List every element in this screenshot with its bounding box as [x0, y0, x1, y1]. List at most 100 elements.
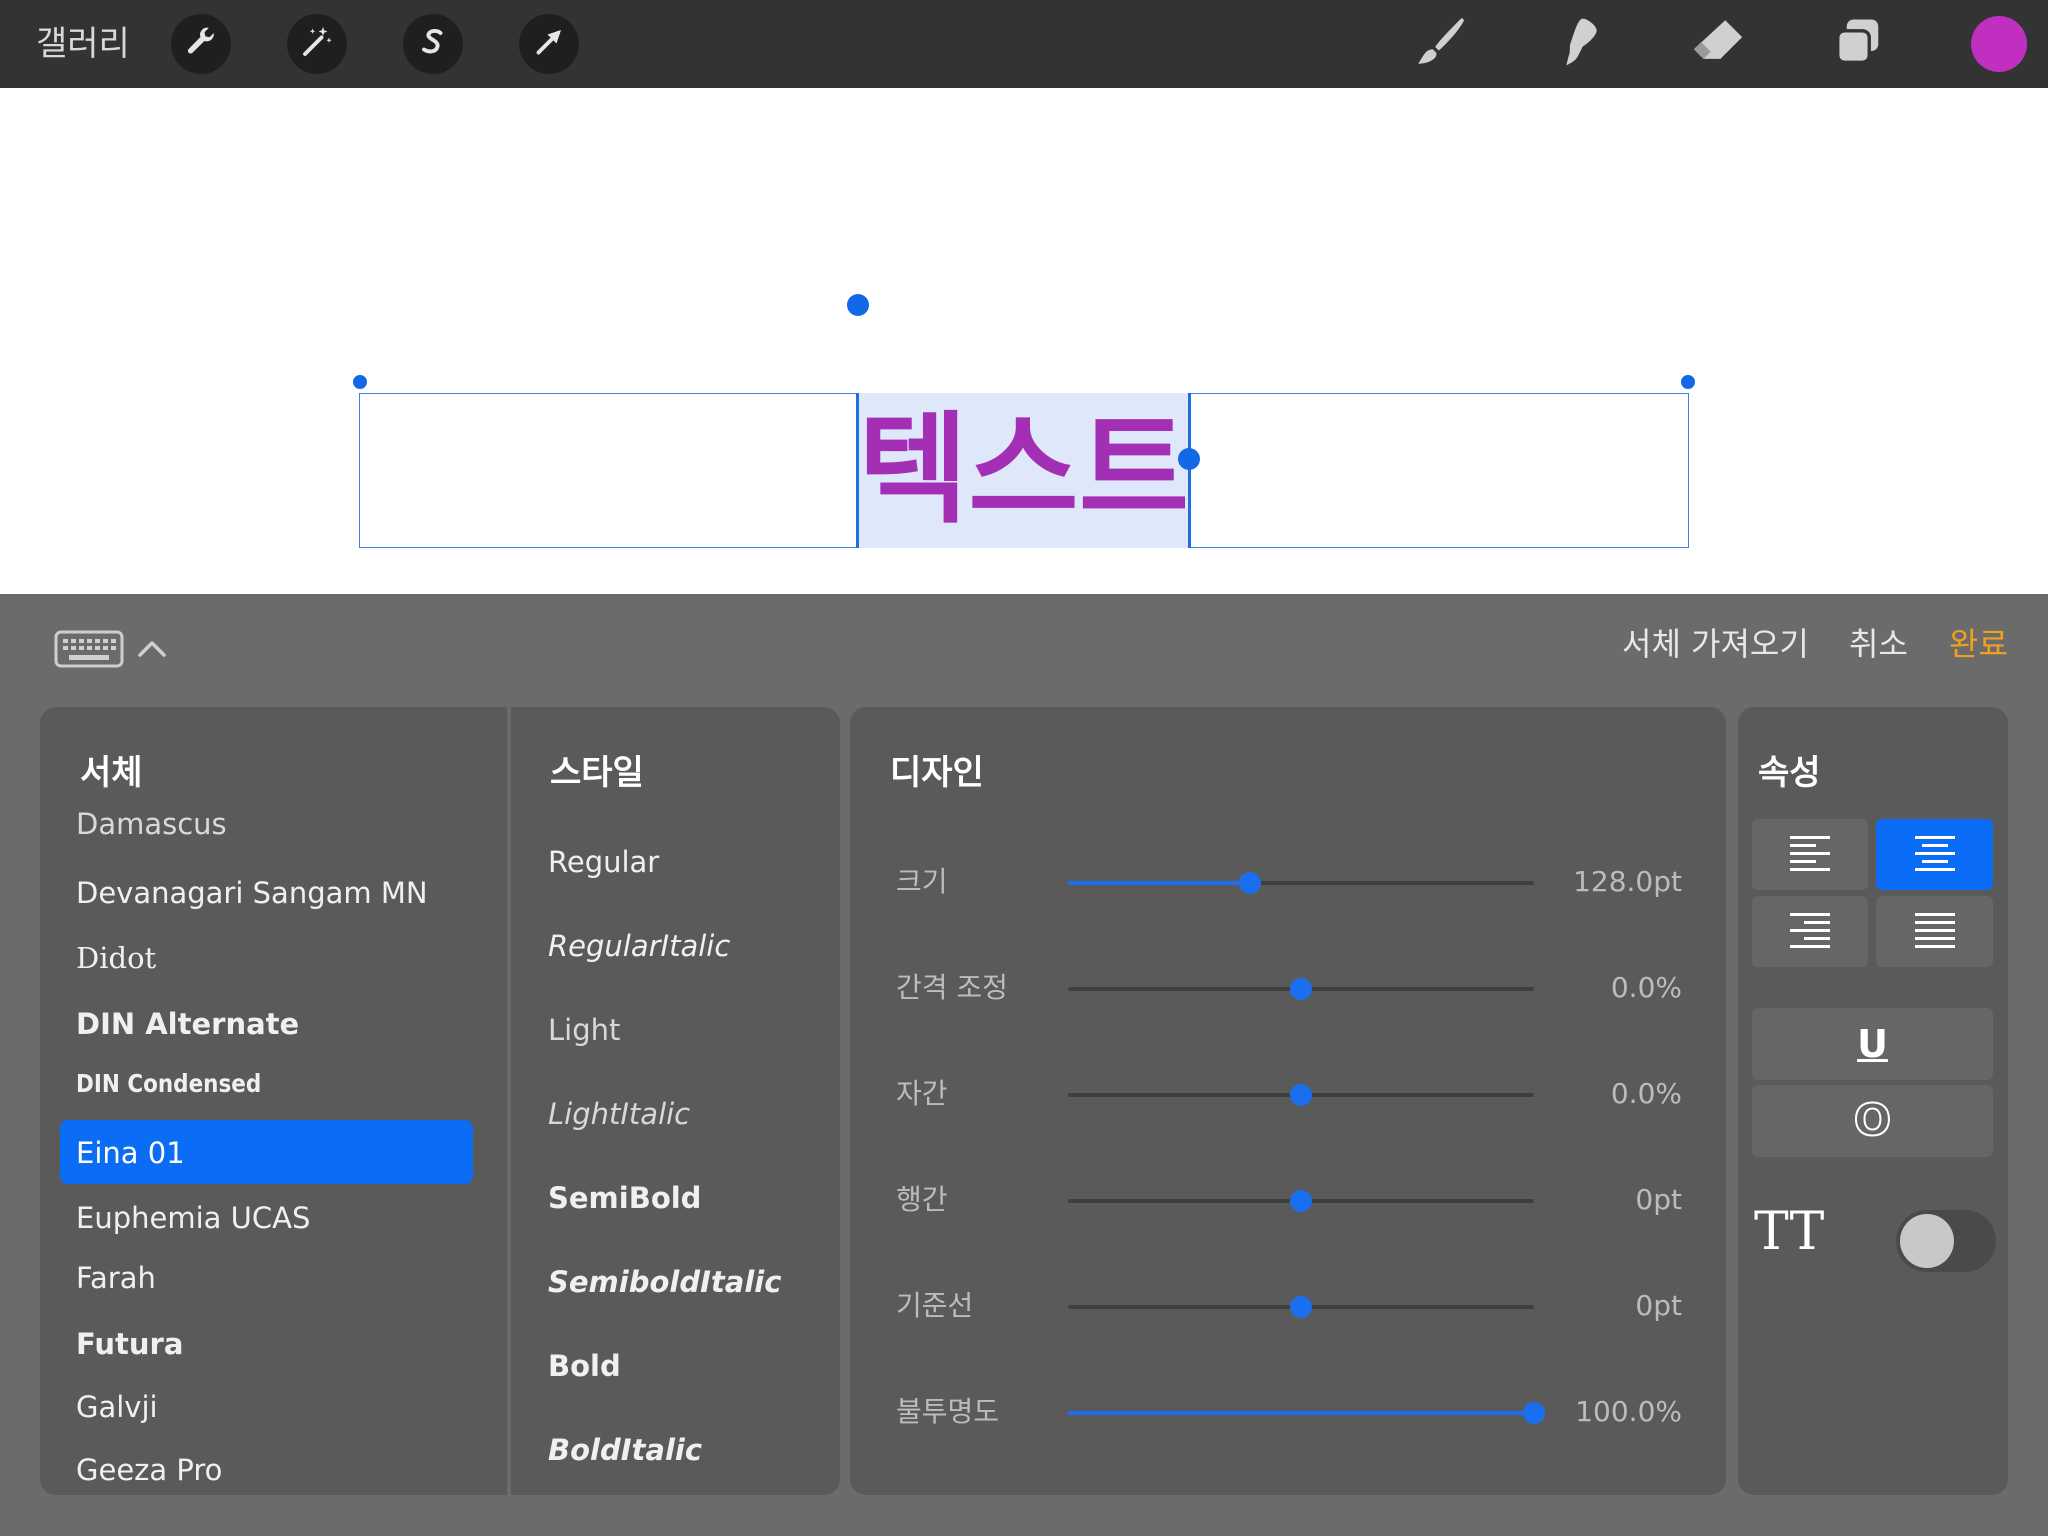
font-item[interactable]: Farah [76, 1258, 156, 1298]
adjustments-button[interactable] [287, 14, 347, 74]
font-item[interactable]: Galvji [76, 1387, 158, 1427]
slider-knob[interactable] [1290, 1296, 1312, 1318]
align-right-button[interactable] [1752, 896, 1868, 967]
textbox-left-resize-handle[interactable] [353, 375, 367, 389]
selection-start-handle[interactable] [847, 294, 869, 316]
size-slider[interactable] [1068, 872, 1534, 894]
design-value-tracking: 0.0% [1610, 1077, 1682, 1110]
design-label-tracking: 자간 [896, 1077, 948, 1110]
attributes-title: 속성 [1758, 753, 1821, 793]
font-item[interactable]: DIN Alternate [76, 1004, 299, 1044]
cancel-button[interactable]: 취소 [1849, 624, 1908, 664]
brush-icon [1411, 13, 1469, 75]
slider-fill [1068, 1411, 1534, 1415]
design-label-leading: 행간 [896, 1183, 948, 1216]
style-item[interactable]: Bold [548, 1346, 621, 1386]
font-item-selected[interactable]: Eina 01 [76, 1133, 185, 1173]
smudge-icon [1550, 14, 1606, 74]
font-item[interactable]: DIN Condensed [76, 1064, 261, 1104]
design-label-size: 크기 [896, 865, 948, 898]
style-item[interactable]: RegularItalic [548, 926, 730, 966]
slider-knob[interactable] [1238, 872, 1261, 894]
font-item[interactable]: Futura [76, 1324, 183, 1364]
selection-end-caret [1188, 393, 1191, 548]
transform-button[interactable] [519, 14, 579, 74]
underline-button[interactable]: U [1752, 1008, 1993, 1080]
eraser-icon [1689, 13, 1747, 75]
brush-tool-button[interactable] [1410, 14, 1470, 74]
slider-knob[interactable] [1523, 1402, 1545, 1424]
font-item[interactable]: Damascus [76, 804, 227, 844]
leading-slider[interactable] [1068, 1190, 1534, 1212]
design-label-opacity: 불투명도 [896, 1395, 1000, 1428]
selection-s-icon [415, 24, 451, 64]
wrench-icon [184, 25, 218, 63]
align-left-icon [1788, 834, 1832, 876]
slider-knob[interactable] [1290, 978, 1312, 1000]
slider-fill [1068, 987, 1301, 991]
all-caps-toggle[interactable] [1896, 1210, 1996, 1272]
design-value-opacity: 100.0% [1575, 1395, 1682, 1428]
style-item[interactable]: LightItalic [548, 1094, 690, 1134]
slider-fill [1068, 1093, 1301, 1097]
selection-start-caret [856, 393, 859, 548]
styles-title: 스타일 [550, 753, 644, 793]
toggle-knob [1900, 1214, 1954, 1268]
smudge-tool-button[interactable] [1548, 14, 1608, 74]
outline-button[interactable]: O [1752, 1085, 1993, 1157]
canvas[interactable]: 텍스트 [0, 88, 2048, 594]
layers-icon [1831, 15, 1885, 73]
design-value-size: 128.0pt [1573, 865, 1682, 898]
style-item[interactable]: SemiboldItalic [548, 1262, 781, 1302]
textbox-right-resize-handle[interactable] [1681, 375, 1695, 389]
fonts-title: 서체 [80, 753, 143, 793]
slider-fill [1068, 1199, 1301, 1203]
outline-icon: O [1853, 1095, 1892, 1146]
slider-fill [1068, 881, 1250, 885]
font-item[interactable]: Devanagari Sangam MN [76, 873, 428, 913]
arrow-icon [531, 24, 567, 64]
underline-icon: U [1857, 1022, 1888, 1066]
chevron-up-icon[interactable] [136, 636, 168, 664]
done-button[interactable]: 완료 [1949, 624, 2008, 664]
align-left-button[interactable] [1752, 819, 1868, 890]
column-divider [507, 707, 511, 1495]
align-right-icon [1788, 911, 1832, 953]
all-caps-label: TT [1754, 1202, 1825, 1262]
style-item[interactable]: BoldItalic [548, 1430, 702, 1470]
slider-knob[interactable] [1290, 1190, 1312, 1212]
align-center-button[interactable] [1876, 819, 1993, 890]
style-item[interactable]: Regular [548, 842, 659, 882]
color-picker-button[interactable] [1971, 16, 2027, 72]
actions-button[interactable] [171, 14, 231, 74]
align-justify-button[interactable] [1876, 896, 1993, 967]
selection-button[interactable] [403, 14, 463, 74]
design-value-kerning: 0.0% [1610, 971, 1682, 1004]
font-item[interactable]: Euphemia UCAS [76, 1198, 310, 1238]
design-card [850, 707, 1726, 1495]
magic-wand-icon [299, 24, 335, 64]
design-label-baseline: 기준선 [896, 1289, 974, 1322]
style-item[interactable]: SemiBold [548, 1178, 701, 1218]
layers-button[interactable] [1828, 14, 1888, 74]
design-value-baseline: 0pt [1635, 1289, 1682, 1322]
align-justify-icon [1913, 911, 1957, 953]
design-title: 디자인 [890, 753, 984, 793]
gallery-button[interactable]: 갤러리 [36, 18, 130, 70]
font-item[interactable]: Didot [76, 938, 156, 978]
eraser-tool-button[interactable] [1688, 14, 1748, 74]
kerning-slider[interactable] [1068, 978, 1534, 1000]
tracking-slider[interactable] [1068, 1084, 1534, 1106]
opacity-slider[interactable] [1068, 1402, 1545, 1424]
selection-end-handle[interactable] [1178, 448, 1200, 470]
keyboard-icon[interactable] [54, 630, 124, 672]
font-item[interactable]: Geeza Pro [76, 1450, 222, 1490]
align-center-icon [1913, 834, 1957, 876]
slider-knob[interactable] [1290, 1084, 1312, 1106]
baseline-slider[interactable] [1068, 1296, 1534, 1318]
canvas-text[interactable]: 텍스트 [857, 393, 1190, 548]
design-label-kerning: 간격 조정 [896, 971, 1008, 1004]
design-value-leading: 0pt [1635, 1183, 1682, 1216]
style-item[interactable]: Light [548, 1010, 620, 1050]
import-font-button[interactable]: 서체 가져오기 [1622, 624, 1809, 664]
